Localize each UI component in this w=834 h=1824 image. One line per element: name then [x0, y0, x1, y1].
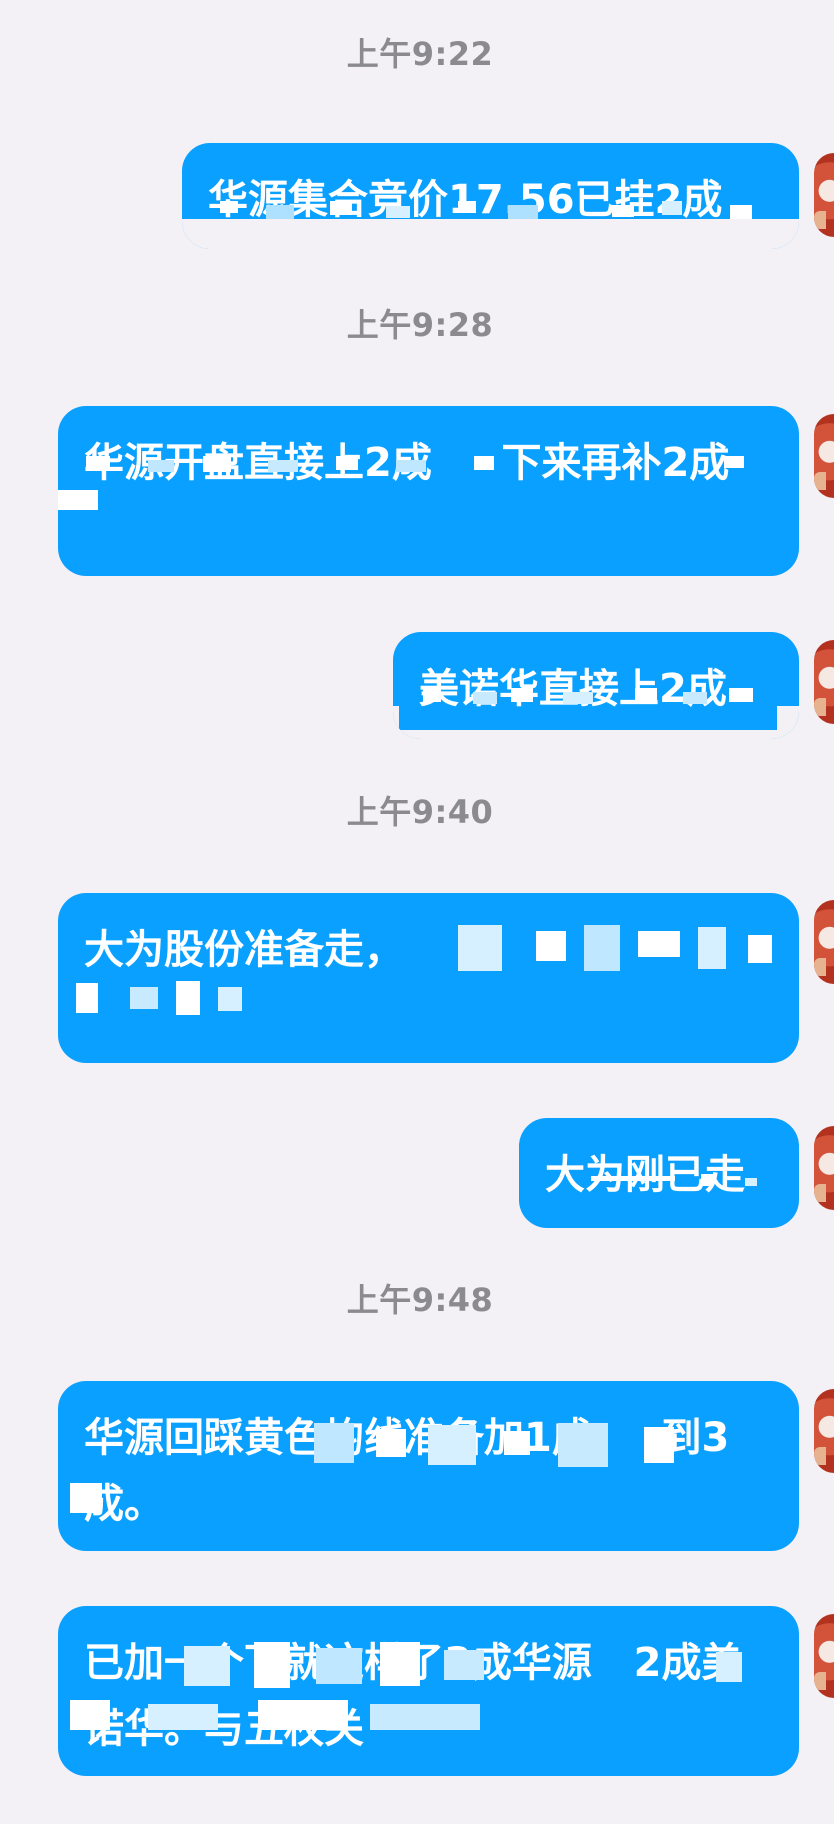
avatar[interactable] — [814, 1614, 834, 1698]
message-text: 华源回踩黄色均线准备加1成 到3成。 — [84, 1415, 730, 1527]
message-text: 已加一个下就这样了3成华源 2成美诺华。与五权关 — [84, 1640, 742, 1752]
timestamp: 上午9:22 — [346, 35, 494, 73]
timestamp: 上午9:40 — [346, 793, 494, 831]
avatar[interactable] — [814, 1389, 834, 1473]
message-text: 大为股份准备走， — [84, 927, 404, 973]
timestamp: 上午9:48 — [346, 1281, 494, 1319]
message-bubble[interactable]: 华源回踩黄色均线准备加1成 到3成。 — [58, 1381, 799, 1551]
chat-thread[interactable]: 上午9:22 华源集合竞价17.56已挂2成 上午9:28 华源开盘直接上2成 … — [0, 0, 834, 1824]
message-bubble[interactable]: 已加一个下就这样了3成华源 2成美诺华。与五权关 — [58, 1606, 799, 1776]
message-bubble[interactable]: 华源集合竞价17.56已挂2成 — [182, 143, 799, 249]
message-text: 华源开盘直接上2成 下来再补2成 — [84, 440, 730, 486]
message-bubble[interactable]: 美诺华直接上2成 — [393, 632, 799, 739]
timestamp: 上午9:28 — [346, 306, 494, 344]
message-bubble[interactable]: 大为股份准备走， — [58, 893, 799, 1063]
avatar[interactable] — [814, 153, 834, 237]
avatar[interactable] — [814, 640, 834, 724]
message-bubble[interactable]: 华源开盘直接上2成 下来再补2成 — [58, 406, 799, 576]
avatar[interactable] — [814, 414, 834, 498]
avatar[interactable] — [814, 900, 834, 984]
message-text: 大为刚已走 — [545, 1152, 745, 1198]
message-bubble[interactable]: 大为刚已走 — [519, 1118, 799, 1228]
message-text: 华源集合竞价17.56已挂2成 — [208, 177, 723, 223]
avatar[interactable] — [814, 1126, 834, 1210]
message-text: 美诺华直接上2成 — [419, 666, 727, 712]
